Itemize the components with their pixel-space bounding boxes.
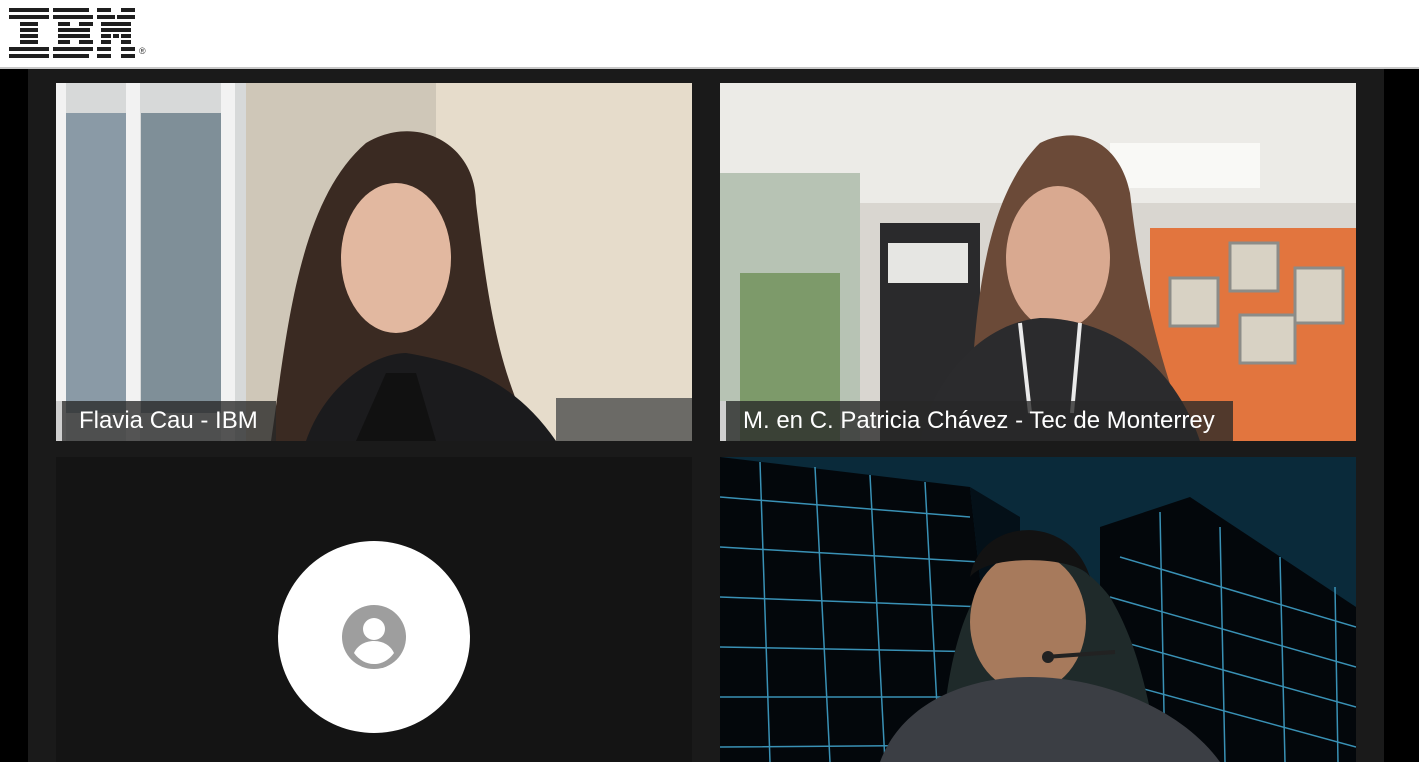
participant-video [720,83,1356,441]
registered-mark: ® [139,46,146,56]
participant-video [56,83,692,441]
participant-name: Flavia Cau - IBM [56,401,276,441]
header-bar: ® [0,0,1419,69]
meeting-stage: Flavia Cau - IBM M. en C. Patricia Cháve… [0,69,1419,762]
participant-name: M. en C. Patricia Chávez - Tec de Monter… [720,401,1233,441]
participant-tile-video-off[interactable] [56,457,692,762]
participant-tile-patricia[interactable]: M. en C. Patricia Chávez - Tec de Monter… [720,83,1356,441]
participant-video [720,457,1356,762]
ibm-logo [9,8,135,58]
account-circle-icon [342,605,406,669]
participant-tile-virtual-background[interactable] [720,457,1356,762]
video-grid: Flavia Cau - IBM M. en C. Patricia Cháve… [28,69,1384,762]
participant-tile-flavia[interactable]: Flavia Cau - IBM [56,83,692,441]
avatar [278,541,470,733]
